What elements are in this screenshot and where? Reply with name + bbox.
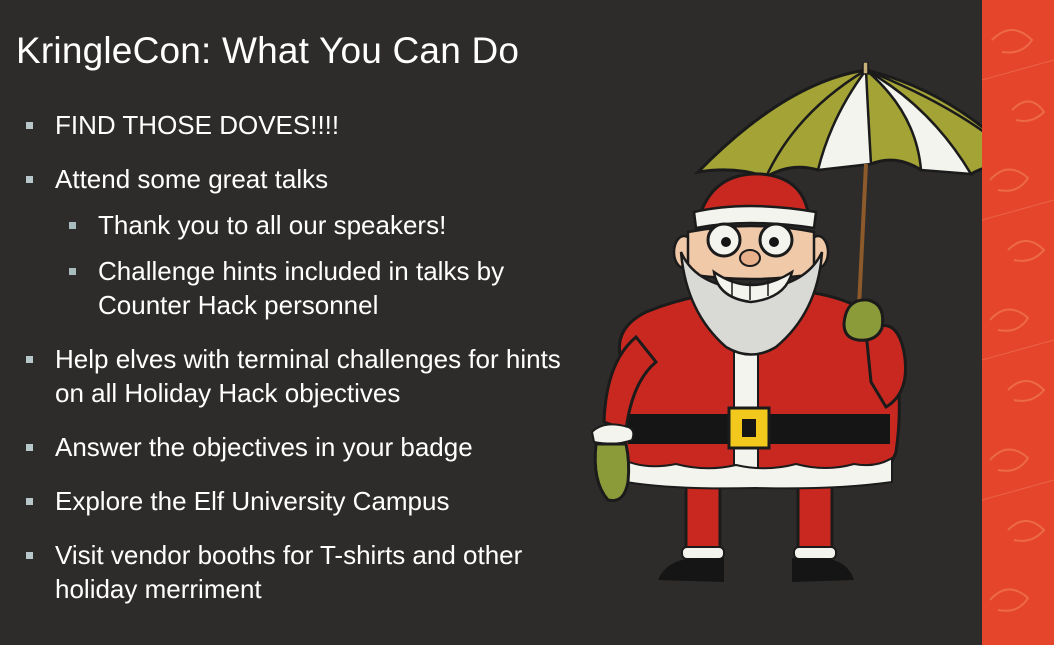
sub-bullet-text: Thank you to all our speakers!	[98, 210, 447, 240]
square-bullet-icon	[26, 552, 33, 559]
sub-bullet-text: Challenge hints included in talks by Cou…	[98, 256, 505, 320]
dove-pattern-icon	[982, 29, 1054, 612]
list-item: Explore the Elf University Campus	[22, 484, 582, 518]
bullet-text: Attend some great talks	[55, 164, 329, 194]
list-item: Attend some great talks	[22, 162, 582, 196]
santa-legs	[658, 480, 854, 582]
list-item: Help elves with terminal challenges for …	[22, 342, 582, 410]
list-item: Thank you to all our speakers!	[22, 208, 582, 242]
bullet-text: FIND THOSE DOVES!!!!	[55, 110, 340, 140]
square-bullet-icon	[69, 268, 76, 275]
square-bullet-icon	[26, 176, 33, 183]
presentation-slide: KringleCon: What You Can Do FIND THOSE D…	[0, 0, 1054, 645]
sub-bullet-list: Thank you to all our speakers! Challenge…	[22, 208, 582, 322]
list-item: Challenge hints included in talks by Cou…	[22, 254, 582, 322]
bullet-text: Visit vendor booths for T-shirts and oth…	[55, 540, 523, 604]
bullet-list: FIND THOSE DOVES!!!! Attend some great t…	[22, 108, 582, 626]
list-item: Answer the objectives in your badge	[22, 430, 582, 464]
slide-title: KringleCon: What You Can Do	[16, 30, 520, 71]
square-bullet-icon	[26, 444, 33, 451]
list-item: Visit vendor booths for T-shirts and oth…	[22, 538, 582, 606]
square-bullet-icon	[26, 498, 33, 505]
santa-umbrella-illustration	[590, 62, 1031, 582]
square-bullet-icon	[26, 122, 33, 129]
decorative-pattern-strip	[982, 0, 1054, 645]
square-bullet-icon	[69, 222, 76, 229]
bullet-text: Help elves with terminal challenges for …	[55, 344, 561, 408]
square-bullet-icon	[26, 356, 33, 363]
bullet-text: Answer the objectives in your badge	[55, 432, 473, 462]
sub-bullet-group: Thank you to all our speakers! Challenge…	[22, 208, 582, 322]
bullet-text: Explore the Elf University Campus	[55, 486, 450, 516]
list-item: FIND THOSE DOVES!!!!	[22, 108, 582, 142]
